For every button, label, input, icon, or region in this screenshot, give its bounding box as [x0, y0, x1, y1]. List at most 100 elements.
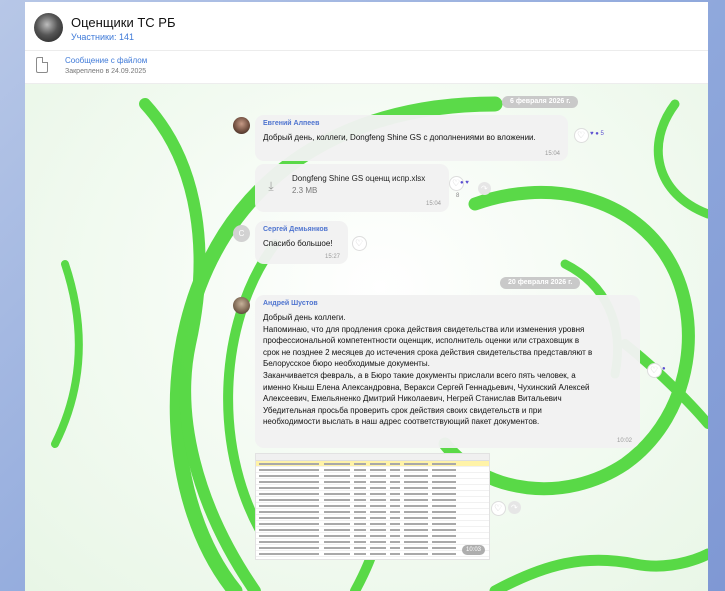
- message-time: 15:04: [425, 201, 441, 207]
- message-bubble[interactable]: Сергей Демьянков Спасибо большое! 15:27: [255, 221, 348, 264]
- spreadsheet-cell: [390, 486, 400, 489]
- spreadsheet-cell: [370, 546, 386, 549]
- spreadsheet-cell: [259, 534, 319, 537]
- spreadsheet-cell: [354, 480, 366, 483]
- spreadsheet-cell: [390, 492, 400, 495]
- download-icon[interactable]: ⤓: [264, 179, 278, 193]
- spreadsheet-cell: [390, 480, 400, 483]
- spreadsheet-cell: [370, 552, 386, 555]
- spreadsheet-cell: [404, 516, 428, 519]
- spreadsheet-cell: [404, 492, 428, 495]
- spreadsheet-cell: [259, 516, 319, 519]
- sender-name[interactable]: Сергей Демьянков: [263, 226, 328, 233]
- spreadsheet-cell: [370, 486, 386, 489]
- heart-icon[interactable]: [352, 236, 367, 251]
- spreadsheet-cell: [370, 528, 386, 531]
- spreadsheet-cell: [390, 528, 400, 531]
- spreadsheet-cell: [324, 552, 350, 555]
- spreadsheet-cell: [354, 486, 366, 489]
- spreadsheet-cell: [259, 480, 319, 483]
- spreadsheet-cell: [390, 468, 400, 471]
- spreadsheet-cell: [259, 474, 319, 477]
- spreadsheet-cell: [404, 480, 428, 483]
- spreadsheet-cell: [404, 468, 428, 471]
- chat-title[interactable]: Оценщики ТС РБ: [71, 15, 175, 30]
- date-separator: 20 февраля 2026 г.: [500, 277, 581, 289]
- spreadsheet-cell: [354, 528, 366, 531]
- spreadsheet-cell: [404, 540, 428, 543]
- spreadsheet-cell: [354, 522, 366, 525]
- spreadsheet-cell: [354, 462, 366, 465]
- spreadsheet-cell: [259, 552, 319, 555]
- sender-avatar[interactable]: С: [233, 225, 250, 242]
- members-count[interactable]: Участники: 141: [71, 32, 134, 42]
- spreadsheet-cell: [259, 504, 319, 507]
- spreadsheet-cell: [354, 474, 366, 477]
- file-size: 2.3 MB: [292, 186, 318, 195]
- share-icon[interactable]: [478, 182, 491, 195]
- spreadsheet-cell: [432, 510, 456, 513]
- spreadsheet-cell: [324, 462, 350, 465]
- file-name[interactable]: Dongfeng Shine GS оценщ испр.xlsx: [292, 174, 425, 183]
- sender-avatar[interactable]: [233, 117, 250, 134]
- spreadsheet-cell: [259, 546, 319, 549]
- spreadsheet-cell: [432, 474, 456, 477]
- reaction-badges[interactable]: ♥ ● 5: [590, 131, 604, 137]
- file-message-bubble[interactable]: ⤓ Dongfeng Shine GS оценщ испр.xlsx 2.3 …: [255, 164, 449, 212]
- spreadsheet-cell: [324, 492, 350, 495]
- spreadsheet-cell: [324, 516, 350, 519]
- heart-icon[interactable]: [647, 363, 662, 378]
- spreadsheet-cell: [370, 498, 386, 501]
- spreadsheet-cell: [390, 534, 400, 537]
- message-time: 15:04: [544, 151, 560, 157]
- spreadsheet-cell: [404, 546, 428, 549]
- pinned-title[interactable]: Сообщение с файлом: [65, 56, 147, 65]
- heart-icon[interactable]: [574, 128, 589, 143]
- spreadsheet-cell: [354, 534, 366, 537]
- spreadsheet-cell: [370, 492, 386, 495]
- sender-name[interactable]: Андрей Шустов: [263, 300, 318, 307]
- spreadsheet-cell: [324, 510, 350, 513]
- spreadsheet-cell: [354, 498, 366, 501]
- message-bubble[interactable]: Андрей Шустов Добрый день коллеги. Напом…: [255, 295, 640, 448]
- message-text: Добрый день, коллеги, Dongfeng Shine GS …: [263, 133, 536, 142]
- spreadsheet-cell: [432, 546, 456, 549]
- spreadsheet-cell: [404, 486, 428, 489]
- sender-name[interactable]: Евгений Алпеев: [263, 120, 319, 127]
- message-text: Добрый день коллеги. Напоминаю, что для …: [263, 313, 593, 427]
- spreadsheet-cell: [404, 462, 428, 465]
- spreadsheet-cell: [324, 540, 350, 543]
- message-list[interactable]: 6 февраля 2026 г. Евгений Алпеев Добрый …: [25, 84, 708, 591]
- spreadsheet-cell: [390, 546, 400, 549]
- chat-window: Оценщики ТС РБ Участники: 141 Сообщение …: [25, 2, 708, 591]
- spreadsheet-cell: [404, 474, 428, 477]
- share-icon[interactable]: [508, 501, 521, 514]
- spreadsheet-cell: [404, 522, 428, 525]
- spreadsheet-header: [256, 454, 489, 461]
- spreadsheet-cell: [370, 504, 386, 507]
- sender-avatar[interactable]: [233, 297, 250, 314]
- pinned-message[interactable]: Сообщение с файлом Закреплено в 24.09.20…: [25, 51, 708, 84]
- message-bubble[interactable]: Евгений Алпеев Добрый день, коллеги, Don…: [255, 115, 568, 161]
- group-avatar[interactable]: [34, 13, 63, 42]
- heart-icon[interactable]: [491, 501, 506, 516]
- reaction-badges[interactable]: ● ♥: [460, 180, 469, 186]
- spreadsheet-cell: [370, 510, 386, 513]
- spreadsheet-cell: [259, 462, 319, 465]
- reaction-badges[interactable]: ●: [662, 366, 666, 372]
- spreadsheet-cell: [370, 516, 386, 519]
- image-attachment[interactable]: 10:03: [255, 453, 490, 560]
- spreadsheet-cell: [404, 528, 428, 531]
- spreadsheet-cell: [432, 498, 456, 501]
- chat-header[interactable]: Оценщики ТС РБ Участники: 141: [25, 2, 708, 51]
- spreadsheet-cell: [432, 540, 456, 543]
- spreadsheet-cell: [324, 498, 350, 501]
- spreadsheet-cell: [259, 468, 319, 471]
- spreadsheet-cell: [390, 462, 400, 465]
- spreadsheet-cell: [404, 552, 428, 555]
- spreadsheet-cell: [324, 522, 350, 525]
- spreadsheet-cell: [354, 510, 366, 513]
- spreadsheet-cell: [432, 522, 456, 525]
- spreadsheet-cell: [259, 498, 319, 501]
- spreadsheet-cell: [324, 546, 350, 549]
